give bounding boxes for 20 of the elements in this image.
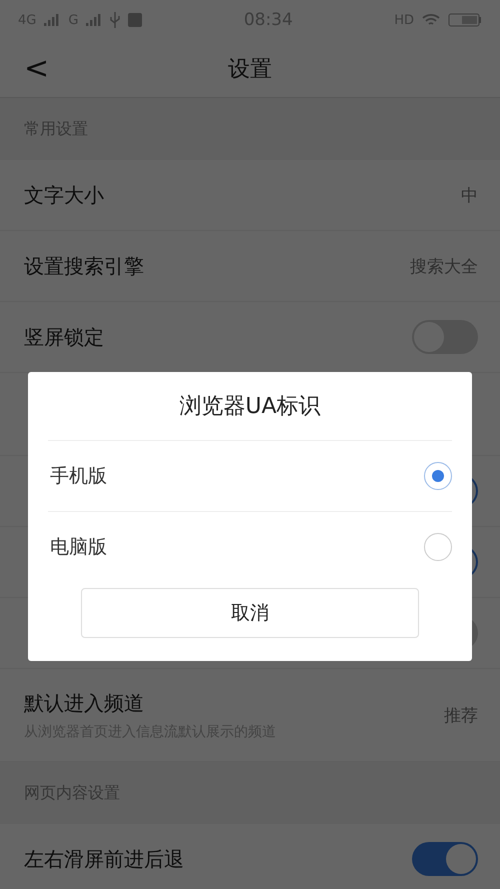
cancel-button[interactable]: 取消 bbox=[81, 588, 419, 638]
signal-icon bbox=[44, 14, 60, 26]
radio-button[interactable] bbox=[424, 533, 452, 561]
toggle-switch[interactable] bbox=[412, 842, 478, 876]
signal-icon bbox=[86, 14, 102, 26]
settings-row[interactable]: 左右滑屏前进后退 bbox=[0, 824, 500, 889]
wifi-icon bbox=[422, 13, 440, 27]
row-title: 竖屏锁定 bbox=[24, 324, 105, 350]
notification-icon bbox=[128, 13, 142, 27]
page-title: 设置 bbox=[228, 56, 272, 84]
option-label: 电脑版 bbox=[49, 535, 107, 560]
dialog-title: 浏览器UA标识 bbox=[179, 393, 321, 421]
battery-icon bbox=[448, 12, 482, 28]
row-title: 设置搜索引擎 bbox=[24, 252, 145, 280]
radio-button[interactable] bbox=[424, 462, 452, 490]
row-title: 左右滑屏前进后退 bbox=[24, 846, 185, 872]
option-label: 手机版 bbox=[49, 464, 107, 489]
row-title: 文字大小 bbox=[24, 182, 105, 208]
back-button[interactable]: < bbox=[0, 51, 74, 86]
row-title: 默认进入频道 bbox=[24, 690, 145, 716]
